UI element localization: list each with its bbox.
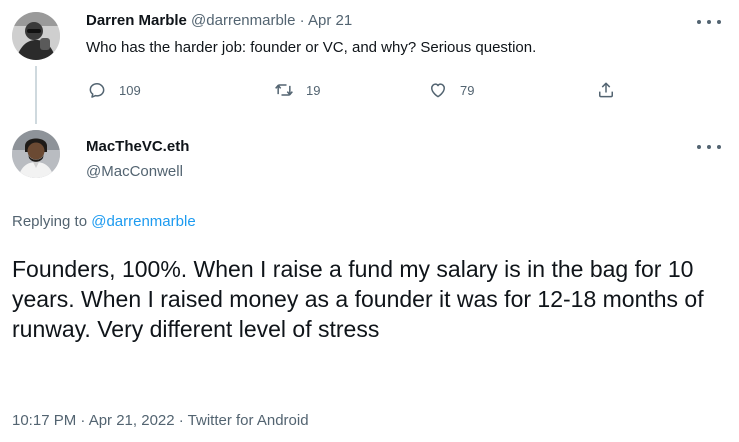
replying-to-handle-link[interactable]: @darrenmarble (91, 213, 195, 230)
reply-button[interactable]: 109 (87, 80, 141, 100)
reply-count: 109 (119, 82, 141, 98)
retweet-button[interactable]: 19 (274, 80, 320, 100)
reply-icon (89, 83, 105, 98)
parent-more-icon[interactable] (697, 14, 721, 30)
parent-tweet-text: Who has the harder job: founder or VC, a… (86, 39, 537, 56)
heart-icon (431, 83, 445, 98)
retweet-count: 19 (306, 82, 321, 98)
thread-connector-line (35, 66, 37, 124)
avatar-darren-marble[interactable] (12, 12, 60, 60)
share-icon (599, 82, 613, 98)
parent-author-name[interactable]: Darren Marble (86, 12, 187, 29)
like-button[interactable]: 79 (428, 80, 474, 100)
replying-prefix: Replying to (12, 213, 88, 230)
share-button[interactable] (596, 80, 616, 100)
main-tweet-text: Founders, 100%. When I raise a fund my s… (12, 256, 704, 342)
main-more-icon[interactable] (697, 139, 721, 155)
retweet-icon (275, 84, 293, 96)
header-separator: · (299, 12, 305, 29)
tweet-timestamp-meta[interactable]: 10:17 PM · Apr 21, 2022 · Twitter for An… (12, 411, 309, 431)
avatar-macconwell[interactable] (12, 130, 60, 178)
replying-to-line: Replying to @darrenmarble (12, 212, 196, 232)
main-author-handle[interactable]: @MacConwell (86, 162, 183, 182)
main-author-name[interactable]: MacTheVC.eth (86, 137, 189, 157)
parent-tweet-date[interactable]: Apr 21 (308, 12, 352, 29)
parent-tweet-header: Darren Marble @darrenmarble · Apr 21 (86, 11, 352, 31)
like-count: 79 (460, 82, 475, 98)
parent-author-handle[interactable]: @darrenmarble (191, 12, 295, 29)
